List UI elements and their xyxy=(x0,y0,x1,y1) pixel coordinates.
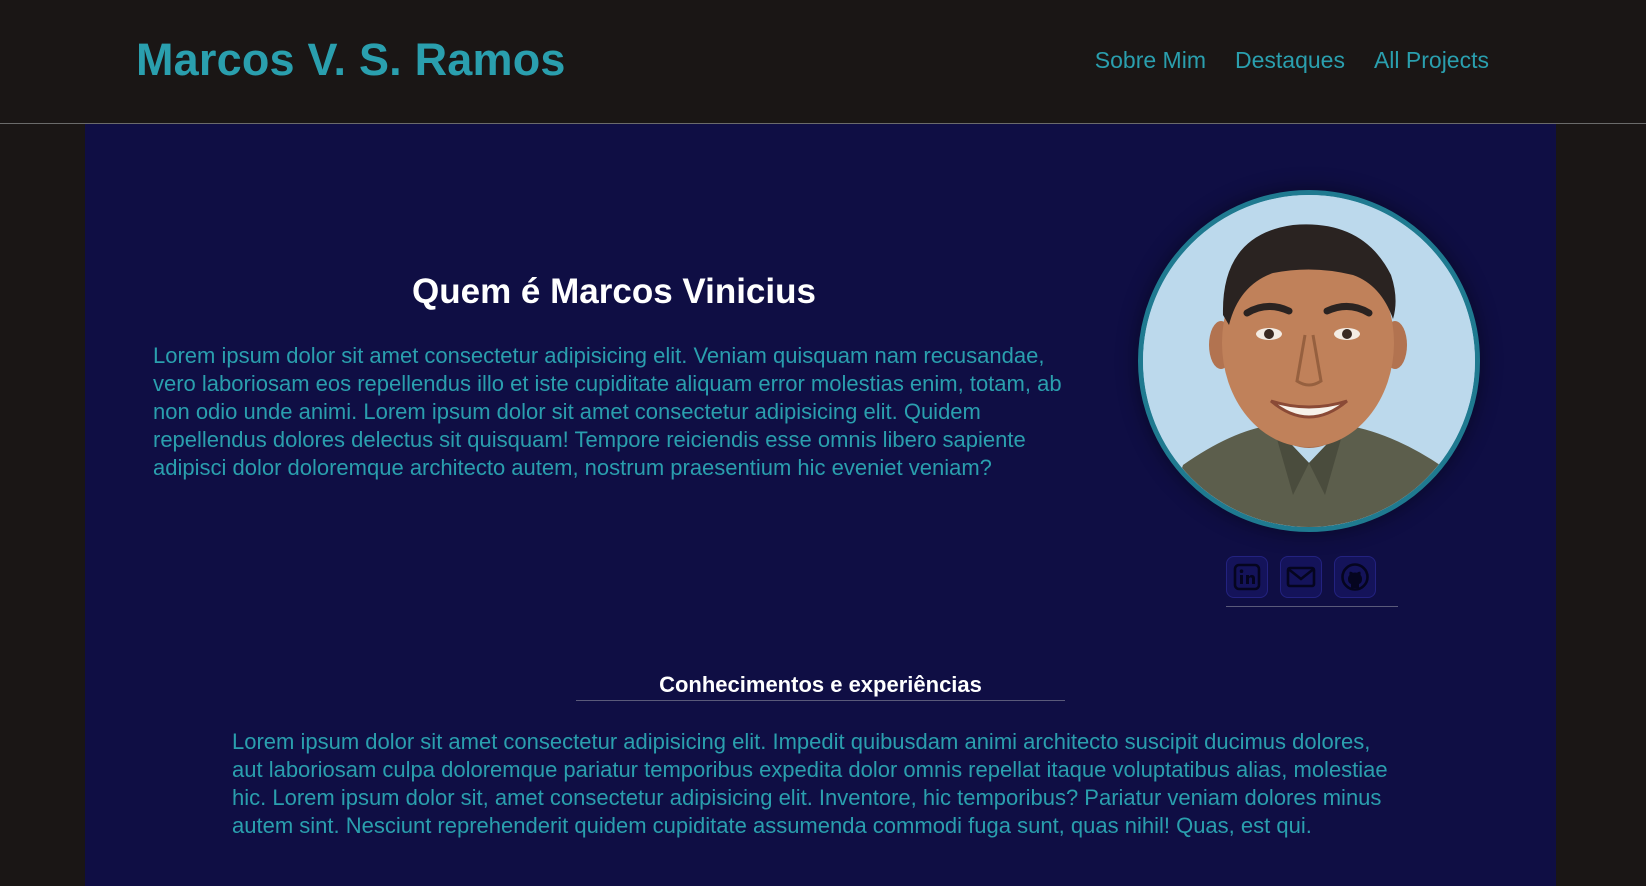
github-button[interactable] xyxy=(1334,556,1376,598)
social-divider xyxy=(1226,606,1398,607)
skills-title: Conhecimentos e experiências xyxy=(659,672,982,697)
profile-photo xyxy=(1138,190,1480,532)
main-nav: Sobre Mim Destaques All Projects xyxy=(1095,47,1489,74)
social-links xyxy=(1226,556,1376,598)
skills-divider xyxy=(576,700,1065,701)
linkedin-button[interactable] xyxy=(1226,556,1268,598)
main-content: Quem é Marcos Vinicius Lorem ipsum dolor… xyxy=(85,124,1556,886)
linkedin-icon xyxy=(1233,563,1261,591)
about-title: Quem é Marcos Vinicius xyxy=(412,272,816,311)
nav-link-sobre-mim[interactable]: Sobre Mim xyxy=(1095,47,1206,74)
site-brand[interactable]: Marcos V. S. Ramos xyxy=(136,34,566,86)
nav-link-destaques[interactable]: Destaques xyxy=(1235,47,1345,74)
site-header: Marcos V. S. Ramos Sobre Mim Destaques A… xyxy=(0,0,1646,124)
about-text: Lorem ipsum dolor sit amet consectetur a… xyxy=(153,343,1062,480)
skills-text: Lorem ipsum dolor sit amet consectetur a… xyxy=(232,729,1388,838)
github-icon xyxy=(1341,563,1369,591)
mail-icon xyxy=(1286,566,1316,588)
nav-link-all-projects[interactable]: All Projects xyxy=(1374,47,1489,74)
email-button[interactable] xyxy=(1280,556,1322,598)
profile-photo-illustration xyxy=(1143,195,1475,527)
